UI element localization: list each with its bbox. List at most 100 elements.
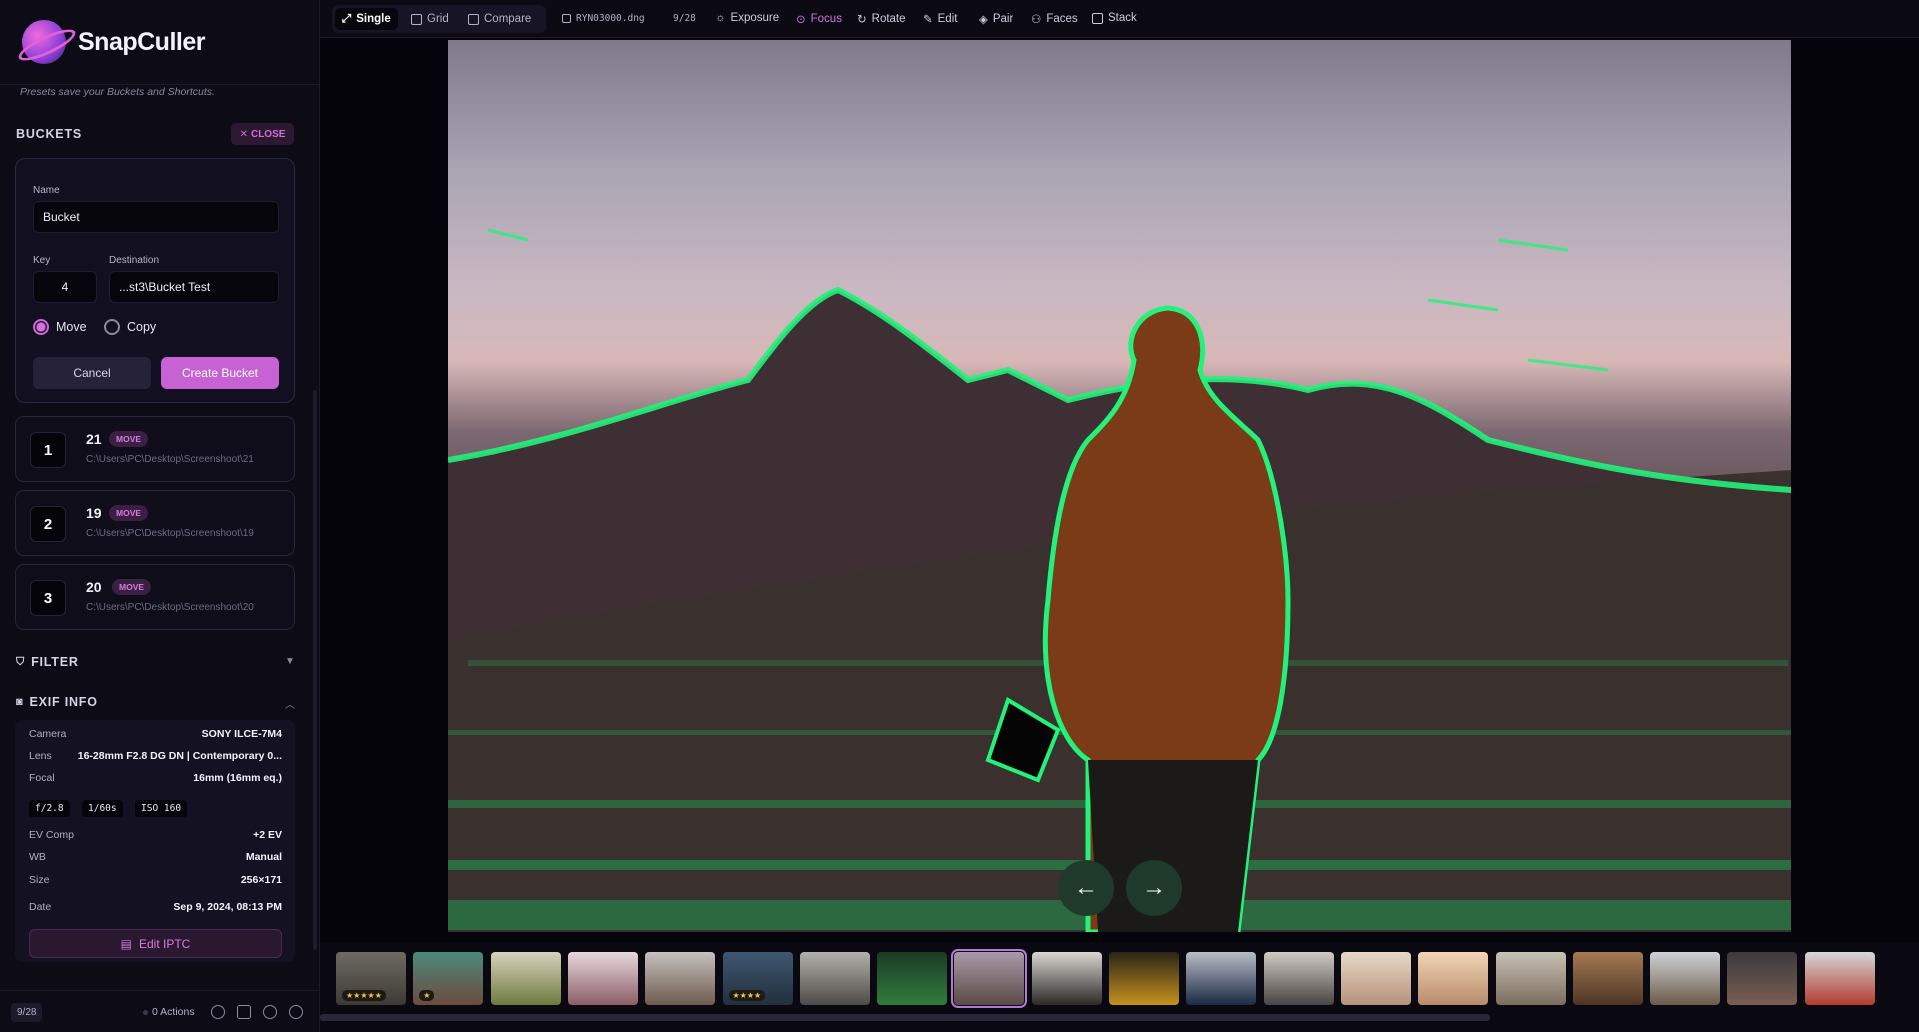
iso-chip: ISO 160	[135, 800, 188, 817]
destination-input[interactable]: ...st3\Bucket Test	[109, 271, 279, 303]
faces-label: Faces	[1046, 13, 1078, 25]
exif-camera-value: SONY ILCE-7M4	[201, 728, 282, 740]
faces-button[interactable]: ⚇ Faces	[1031, 12, 1078, 26]
filter-section-header[interactable]: ⛉ FILTER	[16, 655, 79, 669]
chevron-down-icon[interactable]: ▼	[285, 656, 295, 667]
filmstrip-thumbnail[interactable]	[1804, 952, 1875, 1005]
view-compare-button[interactable]: Compare	[461, 8, 538, 30]
filmstrip-thumbnail[interactable]	[1418, 952, 1489, 1005]
focus-icon: ⊙	[796, 14, 806, 26]
close-icon: ✕	[239, 128, 248, 140]
image-viewer: ← →	[320, 38, 1919, 942]
edit-icon: ✎	[923, 14, 933, 26]
exif-section-header[interactable]: ◙ EXIF INFO	[16, 695, 98, 709]
filmstrip-thumbnail[interactable]	[1263, 952, 1334, 1005]
app-name: SnapCuller	[78, 27, 205, 56]
filmstrip-thumbnail[interactable]	[1031, 952, 1102, 1005]
help-icon[interactable]	[263, 1005, 277, 1019]
main-photo[interactable]	[448, 40, 1791, 932]
exif-ev-row: EV Comp +2 EV	[29, 829, 282, 841]
document-icon: ▤	[120, 936, 132, 951]
sidebar-scrollbar[interactable]	[313, 390, 317, 950]
next-photo-button[interactable]: →	[1126, 860, 1182, 916]
filmstrip-thumbnail[interactable]	[1109, 952, 1179, 1005]
filmstrip-thumbnail[interactable]	[567, 952, 638, 1005]
stack-button[interactable]: Stack	[1092, 12, 1137, 24]
bucket-key-input[interactable]: 4	[33, 271, 97, 303]
filmstrip-thumbnail[interactable]	[877, 952, 948, 1005]
rotate-label: Rotate	[871, 13, 906, 25]
stack-icon	[1092, 12, 1103, 24]
file-name-label: RYN03000.dng	[576, 13, 645, 24]
exif-key: Date	[29, 901, 52, 913]
bucket-item[interactable]: 1 21 MOVE C:\Users\PC\Desktop\Screenshoo…	[15, 416, 295, 482]
top-toolbar: ⤢ Single Grid Compare RYN03000.dng 9/28 …	[320, 0, 1919, 38]
move-radio[interactable]: Move	[33, 319, 87, 335]
filmstrip: ★★★★★ ★ ★★★★	[320, 942, 1919, 1032]
sidebar: SnapCuller Presets save your Buckets and…	[0, 0, 320, 1032]
filmstrip-thumbnail[interactable]: ★★★★	[722, 952, 793, 1005]
bucket-name-input[interactable]: Bucket	[33, 201, 279, 233]
app-logo[interactable]: SnapCuller	[22, 20, 205, 64]
close-buckets-button[interactable]: ✕ CLOSE	[231, 123, 294, 145]
arrow-left-icon: ←	[1074, 874, 1098, 901]
cancel-button[interactable]: Cancel	[33, 357, 151, 389]
bucket-key: 2	[30, 506, 66, 542]
filmstrip-thumbnail[interactable]	[490, 952, 561, 1005]
exif-lens-row: Lens 16-28mm F2.8 DG DN | Contemporary 0…	[29, 750, 282, 762]
exif-date-row: Date Sep 9, 2024, 08:13 PM	[29, 901, 282, 913]
filmstrip-scrollbar[interactable]	[320, 1014, 1490, 1021]
star-rating: ★★★★	[728, 990, 766, 1001]
filmstrip-thumbnail[interactable]	[1340, 952, 1411, 1005]
keyboard-icon[interactable]	[237, 1005, 251, 1019]
exif-lens-value: 16-28mm F2.8 DG DN | Contemporary 0...	[77, 750, 282, 762]
bucket-key: 3	[30, 580, 66, 616]
filmstrip-thumbnail[interactable]	[645, 952, 716, 1005]
exif-size-row: Size 256×171	[29, 874, 282, 886]
bucket-item[interactable]: 3 20 MOVE C:\Users\PC\Desktop\Screenshoo…	[15, 564, 295, 630]
settings-icon[interactable]	[211, 1005, 225, 1019]
filmstrip-thumbnail[interactable]: ★	[413, 952, 484, 1005]
bucket-item[interactable]: 2 19 MOVE C:\Users\PC\Desktop\Screenshoo…	[15, 490, 295, 556]
filmstrip-thumbnail[interactable]	[1186, 952, 1257, 1005]
view-single-button[interactable]: ⤢ Single	[335, 8, 398, 30]
actions-counter[interactable]: 0 Actions	[143, 1006, 195, 1018]
move-badge: MOVE	[112, 579, 152, 595]
filmstrip-thumbnail[interactable]	[951, 949, 1028, 1008]
exposure-label: Exposure	[730, 12, 780, 24]
create-bucket-button[interactable]: Create Bucket	[161, 357, 279, 389]
exif-wb-row: WB Manual	[29, 851, 282, 863]
actions-label: 0 Actions	[152, 1006, 195, 1018]
name-label: Name	[33, 185, 60, 196]
exif-key: Lens	[29, 750, 52, 762]
user-icon: ⚇	[1031, 14, 1042, 26]
exposure-button[interactable]: ☼ Exposure	[715, 12, 779, 24]
filmstrip-thumbnail[interactable]	[1572, 952, 1643, 1005]
pair-button[interactable]: ◈ Pair	[979, 12, 1013, 26]
radio-unselected-icon	[104, 319, 120, 335]
edit-button[interactable]: ✎ Edit	[923, 12, 957, 26]
bucket-name: 20	[86, 579, 102, 595]
exif-key: WB	[29, 851, 46, 863]
info-icon[interactable]	[289, 1005, 303, 1019]
filmstrip-thumbnail[interactable]	[1727, 952, 1798, 1005]
copy-radio[interactable]: Copy	[104, 319, 156, 335]
edit-iptc-button[interactable]: ▤ Edit IPTC	[29, 929, 282, 958]
filmstrip-thumbnail[interactable]: ★★★★★	[336, 952, 406, 1005]
view-grid-button[interactable]: Grid	[404, 8, 456, 30]
exif-date-value: Sep 9, 2024, 08:13 PM	[173, 901, 282, 913]
compare-label: Compare	[484, 13, 532, 25]
arrow-right-icon: →	[1142, 874, 1166, 901]
exif-key: EV Comp	[29, 829, 74, 841]
focus-button[interactable]: ⊙ Focus	[796, 12, 842, 26]
filmstrip-thumbnail[interactable]	[799, 952, 870, 1005]
filmstrip-thumbnail[interactable]	[1650, 952, 1721, 1005]
pair-label: Pair	[992, 13, 1014, 25]
move-badge: MOVE	[109, 505, 149, 521]
filmstrip-thumbnail[interactable]	[1495, 952, 1566, 1005]
rotate-button[interactable]: ↻ Rotate	[857, 12, 906, 26]
previous-photo-button[interactable]: ←	[1058, 860, 1114, 916]
copy-radio-label: Copy	[127, 320, 157, 334]
bucket-key: 1	[30, 432, 66, 468]
chevron-up-icon[interactable]: ︿	[285, 696, 295, 711]
